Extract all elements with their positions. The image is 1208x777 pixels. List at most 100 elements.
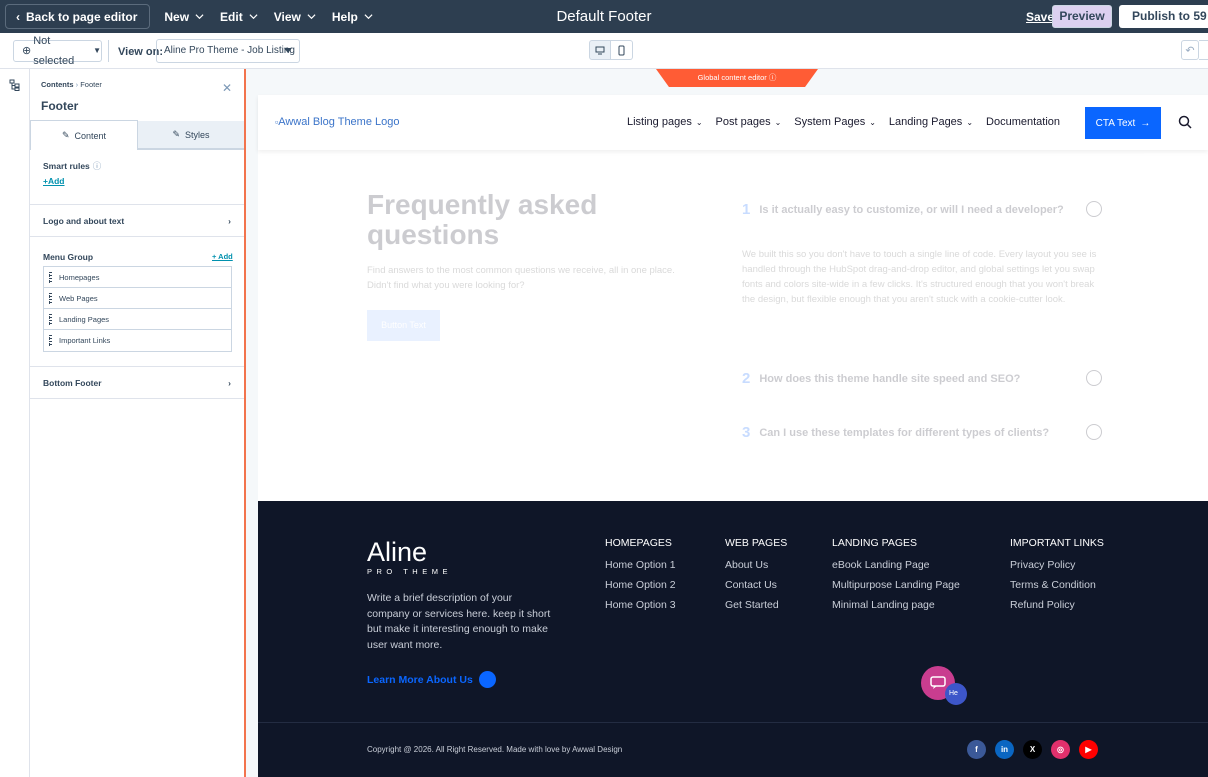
arrow-right-icon: → (478, 671, 496, 688)
cta-button[interactable]: CTA Text → (1085, 107, 1161, 139)
chevron-down-icon: ⌄ (966, 117, 974, 127)
bottom-footer-section[interactable]: Bottom Footer › (30, 366, 244, 399)
footer-link[interactable]: Home Option 3 (605, 599, 676, 611)
footer-link[interactable]: Home Option 2 (605, 579, 676, 591)
footer-column-web-pages: WEB PAGES About Us Contact Us Get Starte… (725, 537, 788, 611)
logo-about-section[interactable]: Logo and about text › (30, 204, 244, 237)
faq-question[interactable]: 1 Is it actually easy to customize, or wi… (742, 201, 1102, 218)
menu-group-item[interactable]: Homepages (44, 267, 231, 288)
youtube-icon[interactable]: ▶ (1079, 740, 1098, 759)
x-icon[interactable]: X (1023, 740, 1042, 759)
minus-icon (1086, 201, 1102, 217)
footer-link[interactable]: Contact Us (725, 579, 787, 591)
drag-handle-icon[interactable] (49, 292, 52, 304)
caret-down-icon: ▼ (93, 46, 101, 55)
smart-content-select[interactable]: ⊕ Not selected ▼ (13, 35, 102, 67)
menu-group-item[interactable]: Landing Pages (44, 309, 231, 330)
facebook-icon[interactable]: f (967, 740, 986, 759)
top-bar: ‹ Back to page editor New Edit View Help… (0, 0, 1208, 33)
info-icon[interactable]: ⓘ (93, 160, 102, 172)
site-logo[interactable]: ▫Awwal Blog Theme Logo (275, 116, 399, 128)
publish-button[interactable]: Publish to 59 assets (1119, 5, 1208, 28)
editor-toolbar: ⊕ Not selected ▼ View on: Aline Pro Them… (0, 33, 1208, 69)
faq-section: Frequently asked questions Find answers … (258, 150, 1208, 501)
add-menu-group-button[interactable]: + Add (212, 252, 233, 261)
footer-link[interactable]: Home Option 1 (605, 559, 676, 571)
social-links: f in X ◎ ▶ (967, 740, 1098, 759)
info-icon: ⓘ (768, 73, 777, 82)
linkedin-icon[interactable]: in (995, 740, 1014, 759)
footer-link[interactable]: Terms & Condition (1010, 579, 1104, 591)
faq-button[interactable]: Button Text (367, 310, 440, 341)
nav-item-documentation[interactable]: Documentation (986, 116, 1060, 128)
footer-link[interactable]: eBook Landing Page (832, 559, 960, 571)
nav-item-landing-pages[interactable]: Landing Pages ⌄ (889, 116, 973, 128)
footer-column-homepages: HOMEPAGES Home Option 1 Home Option 2 Ho… (605, 537, 676, 611)
instagram-icon[interactable]: ◎ (1051, 740, 1070, 759)
footer-column-landing-pages: LANDING PAGES eBook Landing Page Multipu… (832, 537, 960, 611)
drag-handle-icon[interactable] (49, 335, 52, 346)
chevron-down-icon (195, 14, 204, 20)
arrow-right-icon: → (1140, 117, 1151, 129)
tree-icon[interactable] (9, 79, 20, 91)
device-toggle (589, 40, 633, 60)
undo-button[interactable]: ↶ (1181, 40, 1199, 60)
tab-styles[interactable]: ✎ Styles (138, 121, 244, 149)
menu-view[interactable]: View (272, 10, 318, 24)
footer-link[interactable]: About Us (725, 559, 787, 571)
learn-more-link[interactable]: Learn More About Us → (367, 671, 496, 688)
nav-item-listing-pages[interactable]: Listing pages ⌄ (627, 116, 703, 128)
breadcrumb-root[interactable]: Contents (41, 80, 74, 89)
drag-handle-icon[interactable] (49, 271, 52, 283)
menu-group-item[interactable]: Web Pages (44, 288, 231, 309)
footer-link[interactable]: Multipurpose Landing Page (832, 579, 960, 591)
mobile-view-button[interactable] (611, 40, 633, 60)
tab-content[interactable]: ✎ Content (30, 120, 138, 150)
faq-question[interactable]: 3 Can I use these templates for different… (742, 424, 1102, 441)
close-icon[interactable]: ✕ (222, 81, 232, 95)
page-preview: ▫Awwal Blog Theme Logo Listing pages ⌄ Po… (258, 95, 1208, 777)
footer-link[interactable]: Refund Policy (1010, 599, 1104, 611)
menu-new[interactable]: New (162, 10, 206, 24)
menu-help[interactable]: Help (330, 10, 375, 24)
footer-link[interactable]: Get Started (725, 599, 787, 611)
view-on-select[interactable]: Aline Pro Theme - Job Listing (156, 39, 300, 63)
nav-item-post-pages[interactable]: Post pages ⌄ (716, 116, 782, 128)
pencil-icon: ✎ (61, 130, 70, 140)
top-menu: New Edit View Help (162, 10, 375, 24)
left-rail (0, 69, 30, 777)
copyright-text: Copyright @ 2026. All Right Reserved. Ma… (367, 745, 623, 754)
site-footer[interactable]: Aline PRO THEME Write a brief descriptio… (258, 501, 1208, 777)
drag-handle-icon[interactable] (49, 313, 52, 325)
caret-down-icon (284, 48, 292, 53)
divider (108, 40, 109, 62)
chevron-right-icon: › (228, 377, 231, 388)
sidebar-tabs: ✎ Content ✎ Styles (30, 120, 244, 150)
footer-column-important-links: IMPORTANT LINKS Privacy Policy Terms & C… (1010, 537, 1104, 611)
add-smart-rule-button[interactable]: +Add (43, 176, 65, 186)
chevron-down-icon: ⌄ (869, 117, 876, 127)
menu-edit[interactable]: Edit (218, 10, 260, 24)
footer-link[interactable]: Minimal Landing page (832, 599, 960, 611)
redo-button[interactable] (1199, 40, 1208, 60)
search-icon[interactable] (1178, 115, 1192, 129)
faq-title: Frequently asked questions (367, 189, 598, 250)
site-header: ▫Awwal Blog Theme Logo Listing pages ⌄ Po… (258, 95, 1208, 150)
chat-icon (930, 676, 946, 689)
preview-button[interactable]: Preview (1052, 5, 1112, 28)
menu-group-item[interactable]: Important Links (44, 330, 231, 351)
undo-icon: ↶ (1185, 44, 1195, 57)
save-button[interactable]: Save (1026, 10, 1054, 24)
help-button[interactable]: He (945, 683, 967, 705)
faq-question[interactable]: 2 How does this theme handle site speed a… (742, 370, 1102, 387)
footer-link[interactable]: Privacy Policy (1010, 559, 1104, 571)
module-sidebar: Contents › Footer Footer ✕ ✎ Content ✎ S… (30, 69, 246, 777)
back-to-page-editor-button[interactable]: ‹ Back to page editor (5, 4, 151, 29)
desktop-view-button[interactable] (589, 40, 611, 60)
chevron-down-icon (249, 14, 258, 20)
footer-divider (258, 722, 1208, 723)
chevron-down-icon: ⌄ (695, 117, 703, 127)
footer-logo[interactable]: Aline PRO THEME (367, 537, 452, 576)
faq-subtitle: Find answers to the most common question… (367, 265, 675, 291)
nav-item-system-pages[interactable]: System Pages ⌄ (794, 116, 876, 128)
